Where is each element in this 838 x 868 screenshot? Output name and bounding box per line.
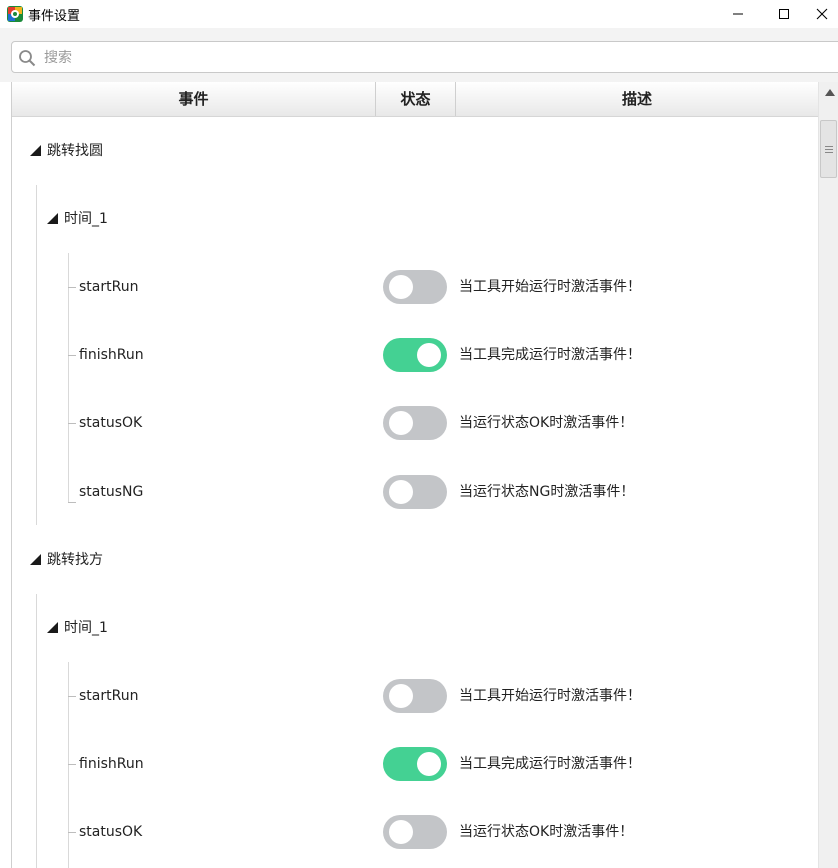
expand-triangle-icon[interactable] <box>47 213 58 224</box>
minimize-icon <box>733 13 743 15</box>
subgroup-label: 时间_1 <box>64 211 108 227</box>
event-toggle[interactable] <box>383 338 447 372</box>
event-toggle[interactable] <box>383 679 447 713</box>
group-label: 跳转找方 <box>47 552 103 568</box>
maximize-icon <box>779 9 789 19</box>
toggle-knob <box>389 275 413 299</box>
group-label: 跳转找圆 <box>47 143 103 159</box>
event-name: startRun <box>79 688 139 704</box>
toggle-knob <box>389 820 413 844</box>
chevron-up-icon <box>824 88 835 96</box>
column-header-status[interactable]: 状态 <box>376 82 456 116</box>
search-input[interactable] <box>42 46 746 70</box>
close-button[interactable] <box>805 0 838 28</box>
event-description: 当工具完成运行时激活事件！ <box>459 347 641 363</box>
tree-subgroup-row[interactable]: 时间_1 <box>12 611 812 645</box>
event-row: startRun 当工具开始运行时激活事件！ <box>12 679 812 713</box>
toggle-knob <box>389 684 413 708</box>
toggle-knob <box>389 480 413 504</box>
thumb-grip <box>825 146 833 147</box>
expand-triangle-icon[interactable] <box>47 622 58 633</box>
event-name: finishRun <box>79 347 144 363</box>
subgroup-label: 时间_1 <box>64 620 108 636</box>
event-description: 当运行状态OK时激活事件！ <box>459 824 634 840</box>
event-row: statusOK 当运行状态OK时激活事件！ <box>12 815 812 849</box>
event-name: statusOK <box>79 824 143 840</box>
event-description: 当运行状态OK时激活事件！ <box>459 415 634 431</box>
event-name: finishRun <box>79 756 144 772</box>
tree-subgroup-row[interactable]: 时间_1 <box>12 202 812 236</box>
event-toggle[interactable] <box>383 747 447 781</box>
event-row: finishRun 当工具完成运行时激活事件！ <box>12 747 812 781</box>
event-name: statusOK <box>79 415 143 431</box>
maximize-button[interactable] <box>761 0 807 28</box>
event-toggle[interactable] <box>383 406 447 440</box>
minimize-button[interactable] <box>715 0 761 28</box>
column-header-event[interactable]: 事件 <box>12 82 376 116</box>
title-bar: 事件设置 <box>0 0 838 28</box>
app-icon <box>7 6 23 22</box>
toggle-knob <box>417 752 441 776</box>
event-row: startRun 当工具开始运行时激活事件！ <box>12 270 812 304</box>
event-toggle[interactable] <box>383 815 447 849</box>
column-header-desc[interactable]: 描述 <box>456 82 818 116</box>
toggle-knob <box>389 411 413 435</box>
toggle-knob <box>417 343 441 367</box>
window-title: 事件设置 <box>28 9 81 24</box>
vertical-scrollbar[interactable] <box>818 82 838 868</box>
event-description: 当工具开始运行时激活事件！ <box>459 279 641 295</box>
event-description: 当工具完成运行时激活事件！ <box>459 756 641 772</box>
event-toggle[interactable] <box>383 475 447 509</box>
close-icon <box>816 8 827 20</box>
event-row: finishRun 当工具完成运行时激活事件！ <box>12 338 812 372</box>
event-description: 当运行状态NG时激活事件！ <box>459 484 635 500</box>
search-box[interactable] <box>11 41 838 73</box>
search-icon <box>19 50 36 67</box>
event-name: statusNG <box>79 484 144 500</box>
tree-group-row[interactable]: 跳转找方 <box>12 543 812 577</box>
search-area <box>0 28 838 82</box>
expand-triangle-icon[interactable] <box>30 554 41 565</box>
event-table: 事件 状态 描述 跳转找圆 时间_1 startRun 当工具开始运行时激活事件… <box>11 82 838 868</box>
event-name: startRun <box>79 279 139 295</box>
thumb-grip <box>825 149 833 150</box>
thumb-grip <box>825 152 833 153</box>
scroll-up-button[interactable] <box>819 82 838 102</box>
event-description: 当工具开始运行时激活事件！ <box>459 688 641 704</box>
expand-triangle-icon[interactable] <box>30 145 41 156</box>
event-row: statusNG 当运行状态NG时激活事件！ <box>12 474 812 509</box>
scroll-thumb[interactable] <box>820 120 837 178</box>
event-row: statusOK 当运行状态OK时激活事件！ <box>12 406 812 440</box>
tree-group-row[interactable]: 跳转找圆 <box>12 134 812 168</box>
event-toggle[interactable] <box>383 270 447 304</box>
table-header: 事件 状态 描述 <box>12 82 818 117</box>
